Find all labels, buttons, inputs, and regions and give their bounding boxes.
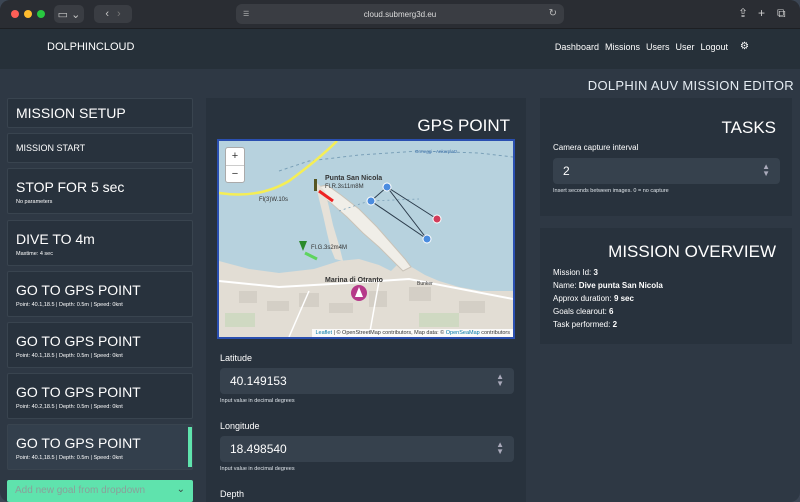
nav-links: Dashboard Missions Users User Logout ⚙ <box>555 41 749 52</box>
goal-subtitle: Maxtime: 4 sec <box>16 251 53 257</box>
longitude-input[interactable]: 18.498540 ▲ ▼ <box>220 436 514 462</box>
goal-subtitle: Point: 40.1,18.5 | Depth: 0.5m | Speed: … <box>16 455 123 461</box>
goal-item[interactable]: STOP FOR 5 sec No parameters <box>7 168 193 214</box>
latitude-hint: Input value in decimal degrees <box>220 398 295 404</box>
goal-title: MISSION START <box>16 143 86 153</box>
goal-subtitle: Point: 40.1,18.5 | Depth: 0.5m | Speed: … <box>16 302 123 308</box>
maximize-window-button[interactable] <box>37 10 45 18</box>
url-text: cloud.submerg3d.eu <box>363 9 437 19</box>
camera-interval-label: Camera capture interval <box>553 143 639 152</box>
chevron-down-icon: ⌄ <box>176 484 185 495</box>
goal-title: GO TO GPS POINT <box>16 435 141 451</box>
camera-interval-hint: Insert seconds between images. 0 = no ca… <box>553 188 669 194</box>
goal-title: DIVE TO 4m <box>16 231 95 247</box>
add-goal-placeholder: Add new goal from dropdown <box>15 485 146 496</box>
overview-row: Task performed: 2 <box>553 320 618 329</box>
overview-row: Goals clearout: 6 <box>553 307 614 316</box>
attribution-text: | © OpenStreetMap contributors, Map data… <box>333 330 445 336</box>
map-label: Marina di Otranto <box>325 277 383 284</box>
longitude-value: 18.498540 <box>230 442 287 456</box>
nav-logout[interactable]: Logout <box>701 42 729 52</box>
overview-row: Name: Dive punta San Nicola <box>553 281 663 290</box>
leaflet-link[interactable]: Leaflet <box>315 330 332 336</box>
goal-title: GO TO GPS POINT <box>16 384 141 400</box>
browser-toolbar: ▭ ⌄ ‹ › ☰ cloud.submerg3d.eu ↻ ⇪ + ⧉ <box>0 0 800 29</box>
site-settings-icon[interactable]: ☰ <box>243 10 249 18</box>
latitude-label: Latitude <box>220 353 253 363</box>
goal-item[interactable]: DIVE TO 4m Maxtime: 4 sec <box>7 220 193 266</box>
goal-item[interactable]: GO TO GPS POINT Point: 40.1,18.5 | Depth… <box>7 271 193 317</box>
nav-dashboard[interactable]: Dashboard <box>555 42 599 52</box>
overview-row: Mission Id: 3 <box>553 268 598 277</box>
map-label: Bunker <box>417 281 433 287</box>
share-icon[interactable]: ⇪ <box>738 6 748 20</box>
goal-subtitle: Point: 40.1,18.5 | Depth: 0.5m | Speed: … <box>16 353 123 359</box>
close-window-button[interactable] <box>11 10 19 18</box>
goal-item[interactable]: GO TO GPS POINT Point: 40.1,18.5 | Depth… <box>7 322 193 368</box>
sidebar-icon: ▭ ⌄ <box>57 8 81 21</box>
gear-icon[interactable]: ⚙ <box>740 41 749 52</box>
openseamap-link[interactable]: OpenSeaMap <box>446 330 480 336</box>
camera-interval-value: 2 <box>563 164 570 178</box>
longitude-hint: Input value in decimal degrees <box>220 466 295 472</box>
overview-row: Approx duration: 9 sec <box>553 294 634 303</box>
camera-interval-input[interactable]: 2 ▲ ▼ <box>553 158 780 184</box>
zoom-in-button[interactable]: + <box>226 148 244 165</box>
nav-missions[interactable]: Missions <box>605 42 640 52</box>
goal-title: STOP FOR 5 sec <box>16 179 125 195</box>
longitude-label: Longitude <box>220 421 260 431</box>
map-label: Punta San Nicola <box>325 175 383 182</box>
nav-user[interactable]: User <box>675 42 694 52</box>
tasks-panel: TASKS Camera capture interval 2 ▲ ▼ Inser… <box>540 98 792 216</box>
map[interactable]: Punta San Nicola Fl.R.3s11m8M Fl(3)W.10s… <box>217 139 515 339</box>
tab-overview-icon[interactable]: ⧉ <box>777 6 786 21</box>
latitude-value: 40.149153 <box>230 374 287 388</box>
goal-title: GO TO GPS POINT <box>16 282 141 298</box>
attribution-end: contributors <box>481 330 510 336</box>
map-label: Ormeggi - Ankerplatz <box>415 149 458 154</box>
goal-item[interactable]: GO TO GPS POINT Point: 40.2,18.5 | Depth… <box>7 373 193 419</box>
map-attribution: Leaflet | © OpenStreetMap contributors, … <box>312 329 513 337</box>
goal-subtitle: Point: 40.2,18.5 | Depth: 0.5m | Speed: … <box>16 404 123 410</box>
browser-window: ▭ ⌄ ‹ › ☰ cloud.submerg3d.eu ↻ ⇪ + ⧉ DOL… <box>0 0 800 502</box>
zoom-out-button[interactable]: − <box>226 165 244 183</box>
goal-subtitle: No parameters <box>16 199 53 205</box>
stepper-icon[interactable]: ▲ ▼ <box>496 373 504 388</box>
brand-logo[interactable]: DOLPHINCLOUD <box>47 41 134 53</box>
gps-panel-title: GPS POINT <box>417 116 510 135</box>
forward-icon[interactable]: › <box>117 8 121 20</box>
gps-point-panel: GPS POINT Punta San Nicola Fl.R.3s11m8M … <box>206 98 526 502</box>
sidebar-toggle-button[interactable]: ▭ ⌄ <box>54 5 84 23</box>
goal-title: GO TO GPS POINT <box>16 333 141 349</box>
mission-overview-panel: MISSION OVERVIEW Mission Id: 3 Name: Div… <box>540 228 792 344</box>
address-bar[interactable]: ☰ cloud.submerg3d.eu ↻ <box>236 4 564 24</box>
nav-users[interactable]: Users <box>646 42 670 52</box>
map-label: Fl.R.3s11m8M <box>325 184 364 190</box>
map-label: Fl.G.3s2m4M <box>311 245 348 251</box>
new-tab-icon[interactable]: + <box>758 6 765 20</box>
map-tiles <box>219 141 513 337</box>
back-icon[interactable]: ‹ <box>105 8 109 20</box>
overview-title: MISSION OVERVIEW <box>608 242 776 261</box>
add-goal-dropdown[interactable]: Add new goal from dropdown ⌄ <box>7 480 193 502</box>
map-label: Fl(3)W.10s <box>259 197 289 203</box>
map-zoom-control: + − <box>225 147 245 183</box>
goal-item-selected[interactable]: GO TO GPS POINT Point: 40.1,18.5 | Depth… <box>7 424 193 470</box>
reload-icon[interactable]: ↻ <box>549 8 557 19</box>
latitude-input[interactable]: 40.149153 ▲ ▼ <box>220 368 514 394</box>
stepper-icon[interactable]: ▲ ▼ <box>762 163 770 178</box>
goal-item[interactable]: MISSION SETUP <box>7 98 193 128</box>
goal-item[interactable]: MISSION START <box>7 133 193 163</box>
depth-label: Depth <box>220 489 245 499</box>
history-nav: ‹ › <box>94 5 132 23</box>
goal-title: MISSION SETUP <box>16 105 126 121</box>
tasks-title: TASKS <box>721 118 776 137</box>
page-title: DOLPHIN AUV MISSION EDITOR <box>587 78 794 93</box>
stepper-icon[interactable]: ▲ ▼ <box>496 441 504 456</box>
minimize-window-button[interactable] <box>24 10 32 18</box>
